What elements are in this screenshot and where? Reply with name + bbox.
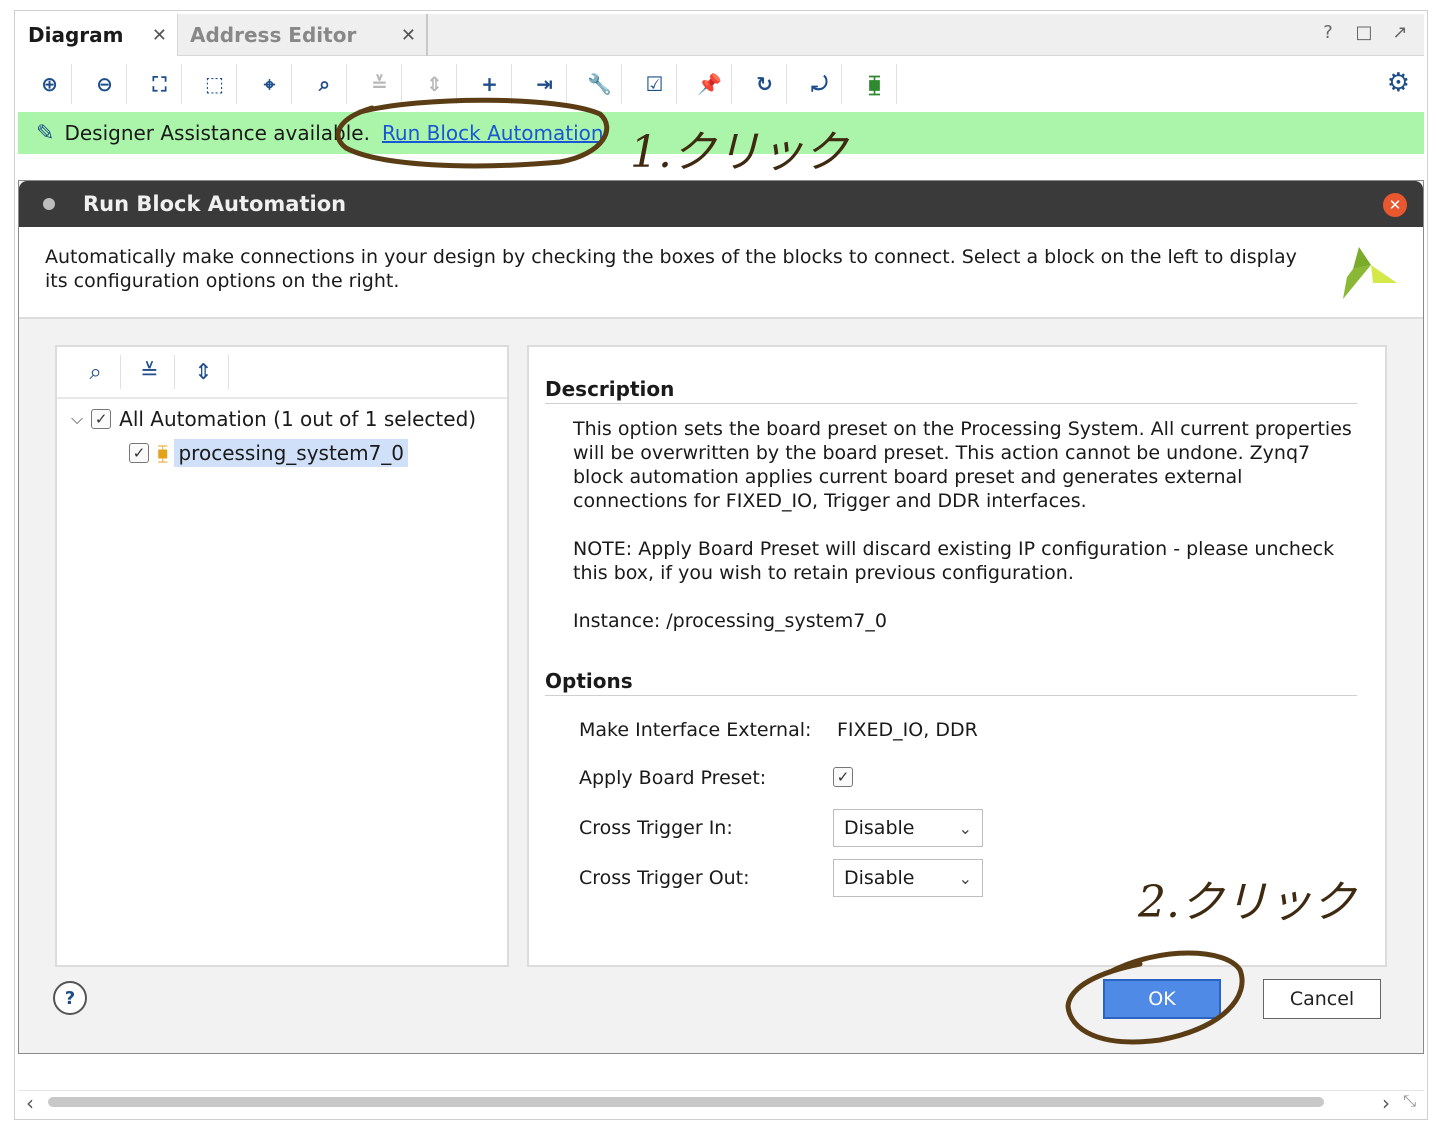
make-interface-value: FIXED_IO, DDR <box>837 719 978 741</box>
zoom-in-icon[interactable]: ⊕ <box>28 64 72 104</box>
dialog-intro: Automatically make connections in your d… <box>45 246 1297 292</box>
debug-icon[interactable]: ⧯ <box>853 64 897 104</box>
tree-item-label: processing_system7_0 <box>174 439 409 467</box>
regenerate-layout-icon[interactable]: ⤾ <box>798 64 842 104</box>
help-button[interactable]: ? <box>53 981 87 1015</box>
dialog-title: Run Block Automation <box>83 192 347 216</box>
description-instance: Instance: /processing_system7_0 <box>573 610 887 632</box>
tree-root-label: All Automation (1 out of 1 selected) <box>119 407 477 431</box>
chevron-down-icon[interactable]: ⌵ <box>71 409 83 429</box>
maximize-icon[interactable]: □ <box>1354 22 1374 43</box>
cross-trigger-out-value: Disable <box>844 867 915 889</box>
tab-address-editor[interactable]: Address Editor ✕ <box>180 14 428 56</box>
tab-address-editor-label: Address Editor <box>190 23 357 47</box>
chevron-down-icon: ⌄ <box>958 818 972 838</box>
scroll-left-icon[interactable]: ‹ <box>26 1091 34 1115</box>
help-icon[interactable]: ? <box>1318 22 1338 43</box>
annotation-step2: 2.クリック <box>1138 877 1356 928</box>
resize-grip-icon[interactable]: ⤡ <box>1403 1091 1416 1111</box>
add-ip-icon[interactable]: + <box>468 64 512 104</box>
zoom-out-icon[interactable]: ⊖ <box>83 64 127 104</box>
tree-item-processing-system[interactable]: ✓ ⧯ processing_system7_0 <box>129 439 409 467</box>
horizontal-scrollbar[interactable]: ‹ › ⤡ <box>18 1090 1424 1115</box>
ok-button[interactable]: OK <box>1103 979 1221 1019</box>
divider <box>545 403 1357 404</box>
diagram-toolbar: ⊕ ⊖ ⛶ ⬚ ⌖ ⌕ ≚ ⇕ + ⇥ 🔧 ☑ 📌 ↻ ⤾ ⧯ ⚙ <box>18 58 1424 110</box>
ip-block-icon: ⧯ <box>157 442 169 464</box>
item-checkbox[interactable]: ✓ <box>129 443 149 463</box>
cancel-button[interactable]: Cancel <box>1263 979 1381 1019</box>
collapse-all-icon[interactable]: ≚ <box>125 355 175 389</box>
apply-board-preset-checkbox[interactable]: ✓ <box>833 767 861 787</box>
expand-all-icon[interactable]: ⇕ <box>179 355 229 389</box>
assistance-text: Designer Assistance available. <box>64 121 370 145</box>
dialog-header: Automatically make connections in your d… <box>19 227 1423 319</box>
cross-trigger-out-select[interactable]: Disable ⌄ <box>833 859 983 897</box>
tab-bar: Diagram ✕ Address Editor ✕ ? □ ↗ <box>18 14 1424 56</box>
window-dot-icon <box>43 198 55 210</box>
cross-trigger-in-label: Cross Trigger In: <box>579 817 733 839</box>
chevron-down-icon: ⌄ <box>958 868 972 888</box>
dialog-titlebar: Run Block Automation <box>19 181 1423 227</box>
pin-icon: ✎ <box>36 120 55 146</box>
gear-icon[interactable]: ⚙ <box>1387 68 1410 98</box>
run-block-automation-link[interactable]: Run Block Automation <box>382 121 604 145</box>
annotation-step1: 1.クリック <box>630 127 848 178</box>
root-checkbox[interactable]: ✓ <box>91 409 112 429</box>
make-interface-label: Make Interface External: <box>579 719 812 741</box>
cross-trigger-in-value: Disable <box>844 817 915 839</box>
tab-diagram[interactable]: Diagram ✕ <box>18 14 178 56</box>
zoom-fit-icon[interactable]: ⛶ <box>138 64 182 104</box>
search-icon[interactable]: ⌕ <box>71 355 121 389</box>
close-icon[interactable]: ✕ <box>1383 193 1407 217</box>
description-title: Description <box>545 377 675 401</box>
float-icon[interactable]: ↗ <box>1390 22 1410 43</box>
cross-trigger-out-label: Cross Trigger Out: <box>579 867 750 889</box>
tree-root-row[interactable]: ⌵ ✓ All Automation (1 out of 1 selected) <box>71 407 476 431</box>
description-paragraph: This option sets the board preset on the… <box>573 418 1352 512</box>
zoom-selection-icon[interactable]: ⬚ <box>193 64 237 104</box>
scrollbar-thumb[interactable] <box>48 1097 1324 1107</box>
apply-board-preset-label: Apply Board Preset: <box>579 767 767 789</box>
wrench-icon[interactable]: 🔧 <box>578 64 622 104</box>
pin-icon[interactable]: 📌 <box>688 64 732 104</box>
add-module-icon[interactable]: ⇥ <box>523 64 567 104</box>
refresh-icon[interactable]: ↻ <box>743 64 787 104</box>
checkbox-check-icon: ✓ <box>833 767 853 787</box>
description-note: NOTE: Apply Board Preset will discard ex… <box>573 538 1335 584</box>
divider <box>545 695 1357 696</box>
search-icon[interactable]: ⌕ <box>303 64 347 104</box>
scroll-right-icon[interactable]: › <box>1382 1091 1390 1115</box>
target-icon[interactable]: ⌖ <box>248 64 292 104</box>
tab-diagram-label: Diagram <box>28 23 124 47</box>
close-icon[interactable]: ✕ <box>152 25 167 46</box>
tree-toolbar: ⌕ ≚ ⇕ <box>57 347 507 399</box>
options-title: Options <box>545 669 633 693</box>
validate-icon[interactable]: ☑ <box>633 64 677 104</box>
cross-trigger-in-select[interactable]: Disable ⌄ <box>833 809 983 847</box>
expand-all-icon[interactable]: ⇕ <box>413 64 457 104</box>
description-body: This option sets the board preset on the… <box>573 417 1353 657</box>
vivado-logo-icon <box>1343 247 1397 299</box>
automation-tree-panel: ⌕ ≚ ⇕ ⌵ ✓ All Automation (1 out of 1 sel… <box>55 345 509 967</box>
collapse-all-icon[interactable]: ≚ <box>358 64 402 104</box>
close-icon[interactable]: ✕ <box>401 25 416 46</box>
window-controls: ? □ ↗ <box>1318 22 1410 43</box>
